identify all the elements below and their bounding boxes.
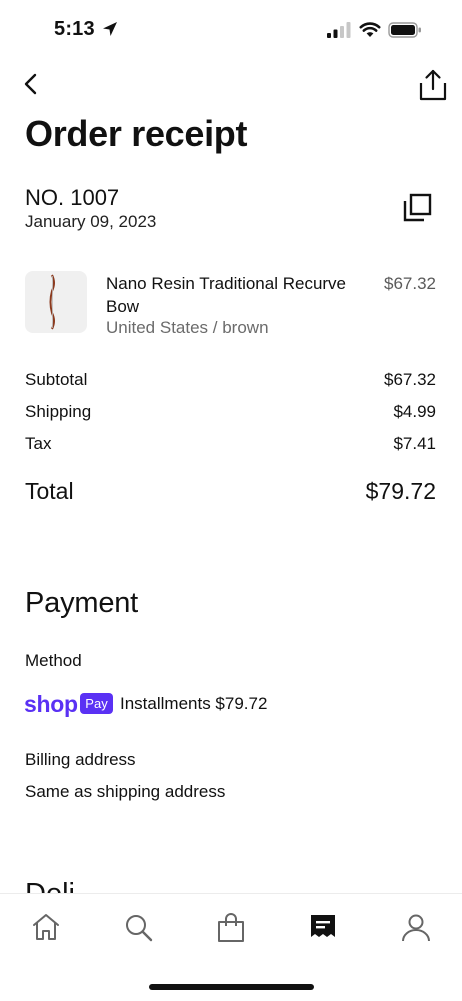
subtotal-value: $67.32 bbox=[384, 370, 436, 389]
location-arrow-icon bbox=[103, 22, 117, 36]
delivery-heading-peek: Deli bbox=[25, 876, 75, 893]
shop-pay-badge: Pay bbox=[80, 693, 113, 714]
home-indicator bbox=[149, 984, 314, 990]
recurve-bow-image bbox=[49, 274, 55, 330]
method-label: Method bbox=[25, 651, 82, 670]
product-thumbnail[interactable] bbox=[25, 271, 87, 333]
shipping-value: $4.99 bbox=[393, 402, 436, 421]
order-date: January 09, 2023 bbox=[25, 212, 157, 231]
payment-heading: Payment bbox=[25, 587, 139, 619]
copy-icon[interactable] bbox=[402, 193, 432, 223]
orders-icon[interactable] bbox=[307, 911, 339, 945]
share-icon[interactable] bbox=[418, 68, 448, 102]
shopping-bag-icon[interactable] bbox=[215, 911, 247, 945]
home-icon[interactable] bbox=[30, 911, 62, 945]
subtotal-label: Subtotal bbox=[25, 370, 88, 389]
shop-logo: shop bbox=[24, 691, 78, 717]
battery-icon bbox=[388, 22, 421, 38]
shipping-label: Shipping bbox=[25, 402, 92, 421]
wifi-icon bbox=[359, 22, 381, 37]
item-name[interactable]: Nano Resin Traditional Recurve Bow bbox=[106, 272, 366, 318]
tax-value: $7.41 bbox=[393, 434, 436, 453]
status-time: 5:13 bbox=[54, 18, 95, 40]
payment-installments: Installments $79.72 bbox=[120, 694, 268, 713]
back-chevron-icon[interactable] bbox=[20, 70, 42, 98]
page-title: Order receipt bbox=[25, 113, 248, 154]
total-label: Total bbox=[25, 478, 74, 504]
billing-address-label: Billing address bbox=[25, 750, 136, 769]
item-variant: United States / brown bbox=[106, 318, 269, 337]
tax-label: Tax bbox=[25, 434, 52, 453]
search-icon[interactable] bbox=[123, 911, 155, 945]
item-price: $67.32 bbox=[384, 274, 436, 293]
order-number: NO. 1007 bbox=[25, 185, 120, 210]
cellular-signal-icon bbox=[327, 22, 351, 38]
billing-address-value: Same as shipping address bbox=[25, 782, 226, 801]
account-icon[interactable] bbox=[400, 911, 432, 945]
total-value: $79.72 bbox=[365, 478, 436, 504]
